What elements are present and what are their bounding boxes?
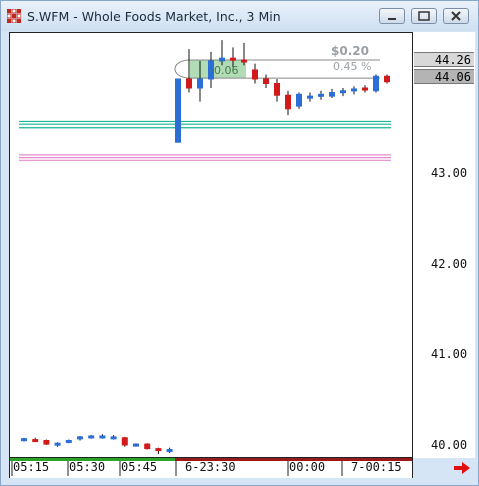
candle-body [285,94,291,110]
candle-body [21,438,27,442]
price-label-43: 43.00 [431,166,468,180]
candle-body [241,59,247,63]
close-button[interactable] [443,8,469,24]
minimize-button[interactable] [379,8,405,24]
candlestick-plot[interactable] [10,33,412,457]
candle-body [186,78,192,89]
candle-body [373,75,379,92]
price-axis[interactable] [413,32,475,458]
candle-body [274,82,280,96]
candle-body [362,87,368,91]
candle-body [384,75,390,83]
time-label-6-2330: 6-23:30 [185,460,236,474]
candle-body [175,78,181,143]
measure-delta-amount: $0.20 [331,44,369,58]
price-label-40: 40.00 [431,438,468,452]
time-label-7-0015: 7-00:15 [351,460,402,474]
candle-body [32,439,39,443]
price-chart[interactable]: -0.06 [9,32,413,458]
candle-body [88,435,95,439]
candle-body [340,90,346,94]
candle-body [307,95,313,99]
minimize-icon [388,18,396,20]
candle-body [197,78,203,89]
candle-body [133,443,139,447]
candle-body [54,442,61,446]
time-label-0515: 05:15 [13,460,50,474]
candle-body [252,69,258,80]
price-label-41: 41.00 [431,347,468,361]
title-bar[interactable]: S.WFM - Whole Foods Market, Inc., 3 Min [1,1,478,31]
close-icon [451,11,461,21]
candle-body [110,436,117,440]
candle-body [230,57,236,61]
candle-body [296,93,302,107]
candle-body [351,88,357,92]
candle-body [155,448,162,452]
time-label-0530: 05:30 [69,460,106,474]
candle-body [99,435,106,439]
measure-delta-percent: 0.45 % [333,60,372,73]
candle-body [219,57,225,62]
measure-start-label: -0.06 [210,64,239,77]
chart-window: S.WFM - Whole Foods Market, Inc., 3 Min … [0,0,479,486]
price-box-high: 44.26 [414,52,474,67]
window-title: S.WFM - Whole Foods Market, Inc., 3 Min [27,9,281,24]
candle-body [65,439,72,443]
candle-body [318,93,324,97]
price-label-42: 42.00 [431,257,468,271]
candle-body [121,437,128,446]
time-label-0000: 00:00 [289,460,326,474]
candle-body [43,439,50,445]
app-grid-icon [7,9,21,23]
candle-body [144,443,151,450]
maximize-button[interactable] [411,8,437,24]
price-box-last: 44.06 [414,69,474,84]
scroll-right-arrow-icon[interactable] [453,461,471,475]
candle-body [329,92,335,97]
candle-body [77,436,83,440]
time-label-0545: 05:45 [121,460,158,474]
candle-body [166,449,173,453]
maximize-icon [418,11,430,21]
candle-body [263,78,269,84]
